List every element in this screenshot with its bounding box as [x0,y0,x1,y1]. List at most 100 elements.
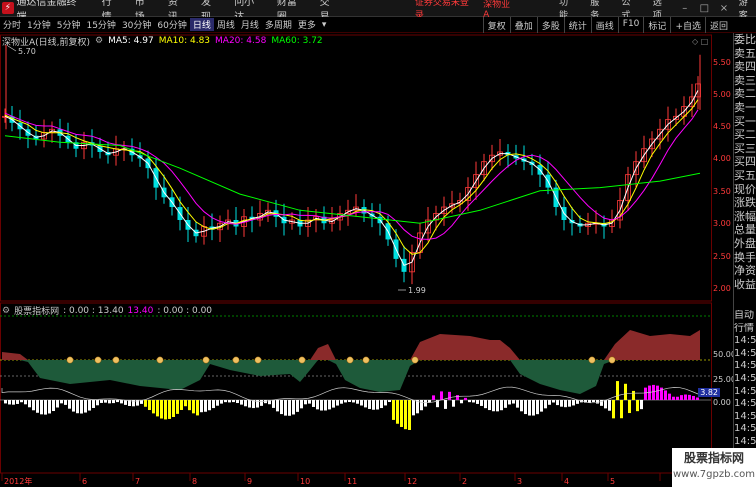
indicator-bar [568,400,571,407]
indicator-bar [240,400,243,405]
tool-adjust[interactable]: 复权 [482,17,510,33]
indicator-bar [612,400,615,419]
top-menu-bar: ⚡ 通达信金融终端 行情 市场 资讯 发现 问小达 财富圈 交易 证券交易未登录… [0,0,756,23]
indicator-bar [32,400,35,411]
money-bag-icon [362,356,370,364]
indicator-bar [296,400,299,412]
indicator-bar [80,400,83,414]
period-tab-1min[interactable]: 1分钟 [24,18,54,31]
more-chevron-icon[interactable]: ▾ [319,20,330,30]
quote-label: 委比 [734,33,756,46]
money-bag-icon [608,356,616,364]
tool-f10[interactable]: F10 [617,17,644,33]
indicator-bar [684,394,687,400]
indicator-bar [96,400,99,406]
price-axis-label: 5.00 [713,90,731,99]
indicator-bar [556,400,559,406]
indicator-bar [36,400,39,413]
tool-mark[interactable]: 标记 [643,17,670,33]
tool-multi-stock[interactable]: 多股 [536,17,564,33]
indicator-bar [164,400,167,420]
tool-add-watchlist[interactable]: +自选 [670,17,705,33]
indicator-gear-icon[interactable]: ⚙ [2,306,10,316]
indicator-bar [40,400,43,415]
period-tab-weekly[interactable]: 周线 [214,18,238,31]
indicator-name[interactable]: 股票指标网 [14,304,59,317]
close-icon[interactable]: × [719,3,729,14]
indicator-axis-label: 0.00 [713,398,731,407]
indicator-bar [400,400,403,427]
tick-time: 14:56 [734,385,756,397]
period-tab-intraday[interactable]: 分时 [0,18,24,31]
indicator-bar [84,400,87,413]
tool-statistics[interactable]: 统计 [563,17,591,33]
period-tab-monthly[interactable]: 月线 [238,18,262,31]
indicator-bar [444,400,447,409]
price-axis-label: 4.00 [713,154,731,163]
tool-draw[interactable]: 画线 [590,17,618,33]
indicator-bar [304,400,307,405]
indicator-bar [4,400,7,404]
indicator-bar [524,400,527,415]
indicator-bar [456,395,459,400]
quote-label: 换手 [734,250,756,264]
quote-label: 收益 [734,277,756,291]
tool-back[interactable]: 返回 [704,17,732,33]
indicator-bar [368,400,371,409]
maximize-icon[interactable]: □ [700,3,710,14]
quote-labels: 委比 卖五 卖四 卖三 卖二 卖一 买一 买二 买三 买四 买五 现价 涨跌 涨幅 总量 外盘 换手 净资 收益 [734,33,756,291]
indicator-bar [540,400,543,412]
indicator-panel [1,330,700,430]
high-price-label: 5.70 [18,47,36,56]
indicator-bar [572,400,575,406]
indicator-bar [52,400,55,412]
indicator-bar [288,400,291,416]
tool-overlay[interactable]: 叠加 [509,17,537,33]
indicator-bar [144,400,147,407]
candlesticks [2,45,701,285]
indicator-bar [480,400,483,406]
indicator-bar [60,400,63,404]
period-tab-5min[interactable]: 5分钟 [54,18,84,31]
quote-label: 买一 [734,114,756,128]
indicator-bar [412,400,415,416]
period-tab-60min[interactable]: 60分钟 [154,18,189,31]
indicator-bar [388,400,391,403]
minimize-icon[interactable]: – [680,3,690,14]
period-tab-30min[interactable]: 30分钟 [119,18,154,31]
indicator-bar [20,400,23,403]
indicator-bar [120,400,123,404]
tick-list: 自动行情14:5614:5614:5614:5614:5614:5614:561… [734,310,756,461]
period-tab-multi[interactable]: 多周期 [262,18,295,31]
indicator-bar [188,400,191,411]
indicator-bar [220,400,223,404]
period-tab-15min[interactable]: 15分钟 [83,18,118,31]
watermark-url: www.7gpzb.com [673,469,755,480]
price-axis-label: 3.50 [713,187,731,196]
indicator-bar [404,400,407,430]
indicator-bar [176,400,179,414]
period-tab-more[interactable]: 更多 [295,18,319,31]
indicator-bar [504,400,507,408]
kline-chart[interactable]: 2012年 6 7 8 9 10 11 12 2 3 4 5 5.70 1.99 ◇ □ [0,33,733,487]
indicator-bar [208,400,211,411]
time-axis: 2012年 6 7 8 9 10 11 12 2 3 4 5 [1,473,661,486]
money-bag-icon [588,356,596,364]
indicator-bar [312,400,315,407]
indicator-bar [644,387,647,400]
chart-zoom-icon[interactable]: ◇ □ [692,37,708,46]
indicator-bar [200,400,203,413]
period-tab-daily[interactable]: 日线 [189,18,214,31]
indicator-bar [376,400,379,410]
quote-label: 现价 [734,182,756,196]
indicator-bar [180,400,183,410]
indicator-current-value: 3.82 [698,388,720,397]
tick-time: 14:56 [734,398,756,410]
indicator-bar [308,400,311,404]
indicator-bar [672,396,675,400]
indicator-bar [284,400,287,416]
indicator-bar [16,400,19,404]
indicator-bar [532,400,535,416]
quote-label: 买三 [734,141,756,155]
chart-grid [0,315,711,401]
